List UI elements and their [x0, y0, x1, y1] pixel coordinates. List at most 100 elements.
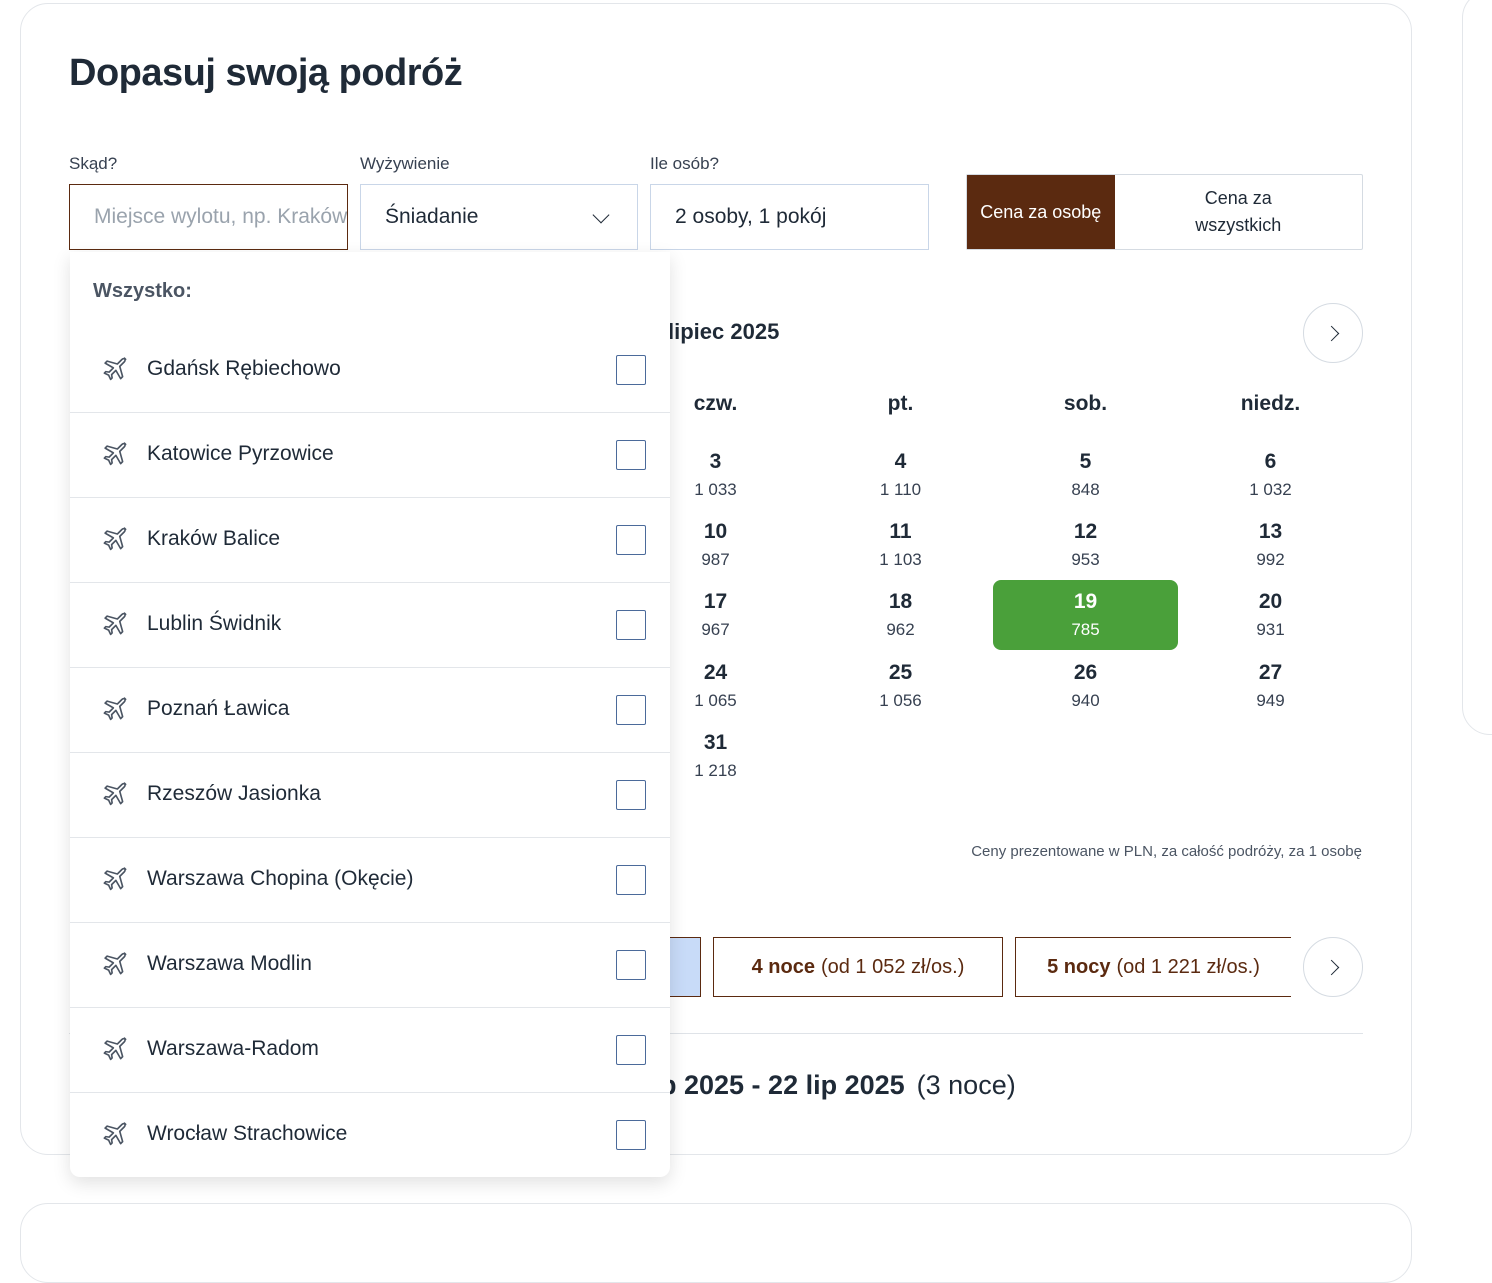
day-price: 953	[1071, 550, 1100, 569]
departure-placeholder: Miejsce wylotu, np. Kraków	[94, 205, 348, 228]
board-select[interactable]: Śniadanie	[360, 184, 638, 250]
calendar-day[interactable]: 18 962	[808, 580, 993, 650]
price-note: Ceny prezentowane w PLN, za całość podró…	[971, 843, 1362, 860]
airport-checkbox[interactable]	[616, 610, 646, 640]
day-price: 1 056	[879, 691, 922, 710]
night-option-4-count: 4 noce	[751, 955, 815, 978]
day-number: 13	[1258, 520, 1283, 543]
calendar-day[interactable]: 11 1 103	[808, 510, 993, 580]
calendar-day[interactable]: 13 992	[1178, 510, 1363, 580]
airport-option[interactable]: Warszawa-Radom	[70, 1008, 670, 1093]
night-option-5-count: 5 nocy	[1047, 955, 1111, 978]
airplane-icon	[100, 695, 130, 725]
day-price: 940	[1071, 691, 1100, 710]
day-price: 1 110	[879, 480, 922, 499]
day-number: 18	[888, 590, 913, 613]
airport-option[interactable]: Rzeszów Jasionka	[70, 753, 670, 838]
calendar-day[interactable]: 19 785	[993, 580, 1178, 650]
calendar-day[interactable]: 6 1 032	[1178, 440, 1363, 510]
airplane-icon	[100, 1120, 130, 1150]
night-option-4[interactable]: 4 noce (od 1 052 zł/os.)	[713, 937, 1003, 997]
airport-option[interactable]: Lublin Świdnik	[70, 583, 670, 668]
day-number: 5	[1079, 450, 1092, 473]
night-option-5[interactable]: 5 nocy (od 1 221 zł/os.)	[1015, 937, 1291, 997]
selected-range-dates: p 2025 - 22 lip 2025	[660, 1070, 905, 1100]
selected-range-nights: (3 noce)	[916, 1070, 1016, 1100]
day-number: 27	[1258, 661, 1283, 684]
airport-checkbox[interactable]	[616, 440, 646, 470]
airport-option[interactable]: Warszawa Modlin	[70, 923, 670, 1008]
airport-option[interactable]: Katowice Pyrzowice	[70, 413, 670, 498]
day-number: 12	[1073, 520, 1098, 543]
airport-name: Wrocław Strachowice	[147, 1122, 348, 1145]
chevron-right-icon	[1323, 325, 1340, 342]
day-price: 1 032	[1249, 480, 1292, 499]
next-card	[20, 1203, 1412, 1283]
next-nights-button[interactable]	[1303, 937, 1363, 997]
chevron-right-icon	[1323, 959, 1340, 976]
calendar-day[interactable]: 26 940	[993, 651, 1178, 721]
price-for-all-button[interactable]: Cena za wszystkich	[1115, 175, 1363, 249]
next-month-button[interactable]	[1303, 303, 1363, 363]
airplane-icon	[100, 610, 130, 640]
airplane-icon	[100, 1035, 130, 1065]
travelers-field[interactable]: 2 osoby, 1 pokój	[650, 184, 929, 250]
airplane-icon	[100, 865, 130, 895]
day-price: 848	[1071, 480, 1100, 499]
price-per-person-button[interactable]: Cena za osobę	[967, 175, 1115, 249]
day-number: 19	[1073, 590, 1098, 613]
airport-option[interactable]: Gdańsk Rębiechowo	[70, 328, 670, 413]
side-card	[1462, 0, 1492, 735]
calendar-day[interactable]: 25 1 056	[808, 651, 993, 721]
selected-range: p 2025 - 22 lip 2025 (3 noce)	[660, 1070, 1016, 1101]
calendar-day[interactable]: 4 1 110	[808, 440, 993, 510]
day-number: 11	[889, 520, 912, 543]
airplane-icon	[100, 780, 130, 810]
airport-checkbox[interactable]	[616, 780, 646, 810]
departure-input[interactable]: Miejsce wylotu, np. Kraków	[69, 184, 348, 250]
day-number: 20	[1258, 590, 1283, 613]
weekday-sun: niedz.	[1240, 392, 1301, 415]
airplane-icon	[100, 355, 130, 385]
airport-option[interactable]: Poznań Ławica	[70, 668, 670, 753]
weekday-sat: sob.	[1063, 392, 1108, 415]
calendar-month: lipiec 2025	[668, 319, 780, 344]
airport-option[interactable]: Wrocław Strachowice	[70, 1093, 670, 1177]
day-number: 4	[894, 450, 907, 473]
airport-option[interactable]: Kraków Balice	[70, 498, 670, 583]
calendar-day[interactable]: 27 949	[1178, 651, 1363, 721]
day-price: 1 103	[879, 550, 922, 569]
calendar-day[interactable]: 20 931	[1178, 580, 1363, 650]
day-price: 949	[1256, 691, 1285, 710]
calendar-day[interactable]: 5 848	[993, 440, 1178, 510]
airplane-icon	[100, 440, 130, 470]
weekday-fri: pt.	[887, 392, 914, 415]
airport-name: Poznań Ławica	[147, 697, 290, 720]
airport-checkbox[interactable]	[616, 1035, 646, 1065]
day-price: 992	[1256, 550, 1285, 569]
airport-checkbox[interactable]	[616, 950, 646, 980]
airport-name: Katowice Pyrzowice	[147, 442, 334, 465]
airplane-icon	[100, 950, 130, 980]
airport-checkbox[interactable]	[616, 865, 646, 895]
airport-checkbox[interactable]	[616, 355, 646, 385]
airport-name: Warszawa Modlin	[147, 952, 312, 975]
airplane-icon	[100, 525, 130, 555]
night-option-5-price: (od 1 221 zł/os.)	[1116, 955, 1260, 978]
day-price: 962	[886, 620, 915, 639]
day-price: 931	[1256, 620, 1285, 639]
airport-option[interactable]: Warszawa Chopina (Okęcie)	[70, 838, 670, 923]
day-number: 6	[1264, 450, 1277, 473]
airport-checkbox[interactable]	[616, 525, 646, 555]
people-label: Ile osób?	[650, 154, 719, 173]
page-title: Dopasuj swoją podróż	[69, 52, 463, 94]
departure-dropdown: Wszystko: Gdańsk Rębiechowo Katowice Pyrz…	[70, 252, 670, 1177]
chevron-down-icon	[592, 206, 610, 224]
airport-checkbox[interactable]	[616, 1120, 646, 1150]
board-value: Śniadanie	[385, 205, 479, 228]
airport-name: Rzeszów Jasionka	[147, 782, 321, 805]
travelers-value: 2 osoby, 1 pokój	[675, 205, 827, 228]
airport-checkbox[interactable]	[616, 695, 646, 725]
calendar-day[interactable]: 12 953	[993, 510, 1178, 580]
food-label: Wyżywienie	[360, 154, 450, 173]
